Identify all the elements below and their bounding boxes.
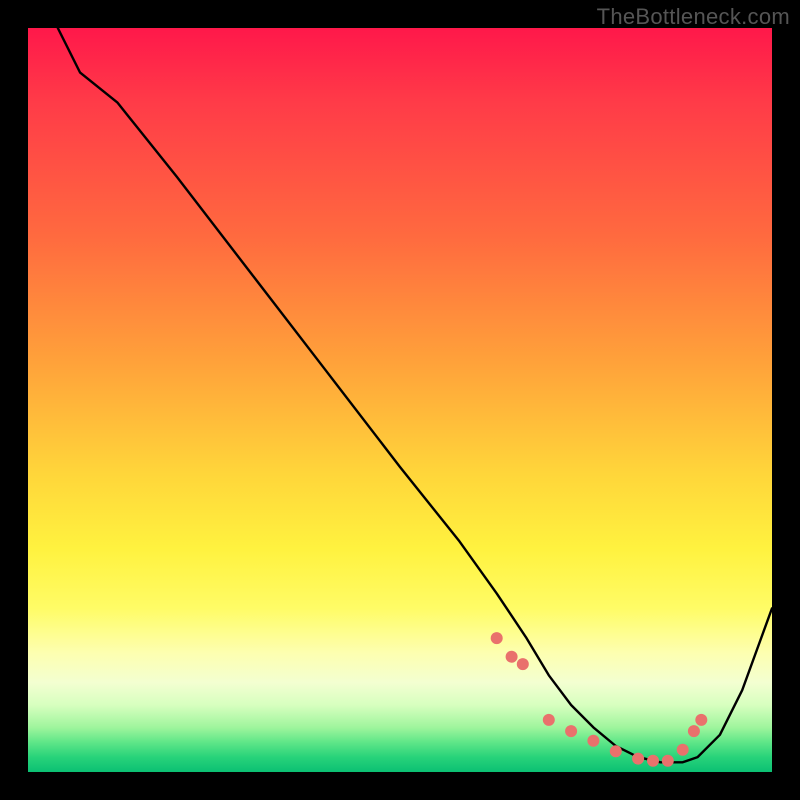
marker-dot (506, 651, 518, 663)
curve-line (58, 28, 772, 762)
chart-svg (28, 28, 772, 772)
marker-dot (543, 714, 555, 726)
plot-area (28, 28, 772, 772)
watermark-text: TheBottleneck.com (597, 4, 790, 30)
marker-dot (677, 744, 689, 756)
marker-dot (647, 755, 659, 767)
marker-dot (662, 755, 674, 767)
marker-dot (587, 735, 599, 747)
marker-dots (491, 632, 708, 767)
figure-container: TheBottleneck.com (0, 0, 800, 800)
marker-dot (688, 725, 700, 737)
marker-dot (517, 658, 529, 670)
marker-dot (610, 745, 622, 757)
marker-dot (695, 714, 707, 726)
marker-dot (491, 632, 503, 644)
marker-dot (632, 753, 644, 765)
marker-dot (565, 725, 577, 737)
